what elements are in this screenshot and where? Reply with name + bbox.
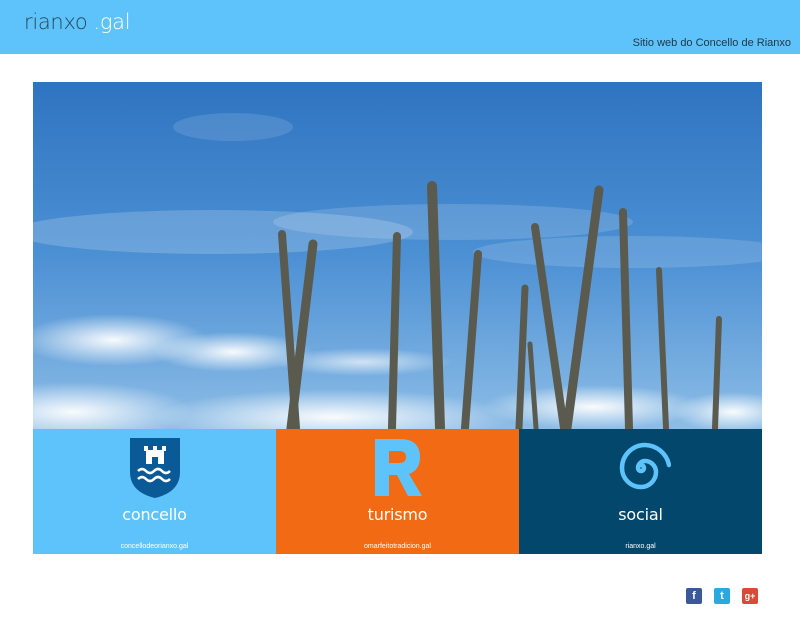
site-tagline: Sitio web do Concello de Rianxo	[632, 37, 791, 49]
tile-label: social	[618, 505, 663, 524]
tile-url[interactable]: omarfeitotradicion.gal	[276, 543, 519, 550]
site-logo[interactable]: rianxo .gal	[24, 10, 131, 34]
twitter-icon[interactable]: t	[714, 588, 730, 604]
coat-of-arms-icon	[129, 438, 180, 498]
tile-turismo[interactable]: turismo omarfeitotradicion.gal	[276, 429, 519, 554]
logo-main: rianxo	[24, 10, 88, 34]
letter-r-icon	[374, 439, 422, 496]
tile-label: turismo	[367, 505, 428, 524]
tile-social[interactable]: social rianxo.gal	[519, 429, 762, 554]
tile-label: concello	[122, 505, 187, 524]
logo-suffix: .gal	[93, 10, 131, 34]
social-links: f t g+	[686, 588, 758, 604]
tile-url[interactable]: concellodeorianxo.gal	[33, 543, 276, 550]
site-header: rianxo .gal Sitio web do Concello de Rian…	[0, 0, 800, 54]
section-tiles: concello concellodeorianxo.gal turismo o…	[33, 429, 762, 554]
facebook-icon[interactable]: f	[686, 588, 702, 604]
tile-concello[interactable]: concello concellodeorianxo.gal	[33, 429, 276, 554]
spiral-icon	[619, 442, 671, 490]
google-plus-icon[interactable]: g+	[742, 588, 758, 604]
hero-image	[33, 82, 762, 429]
hero-sky-poles-photo	[33, 82, 762, 429]
tile-url[interactable]: rianxo.gal	[519, 543, 762, 550]
